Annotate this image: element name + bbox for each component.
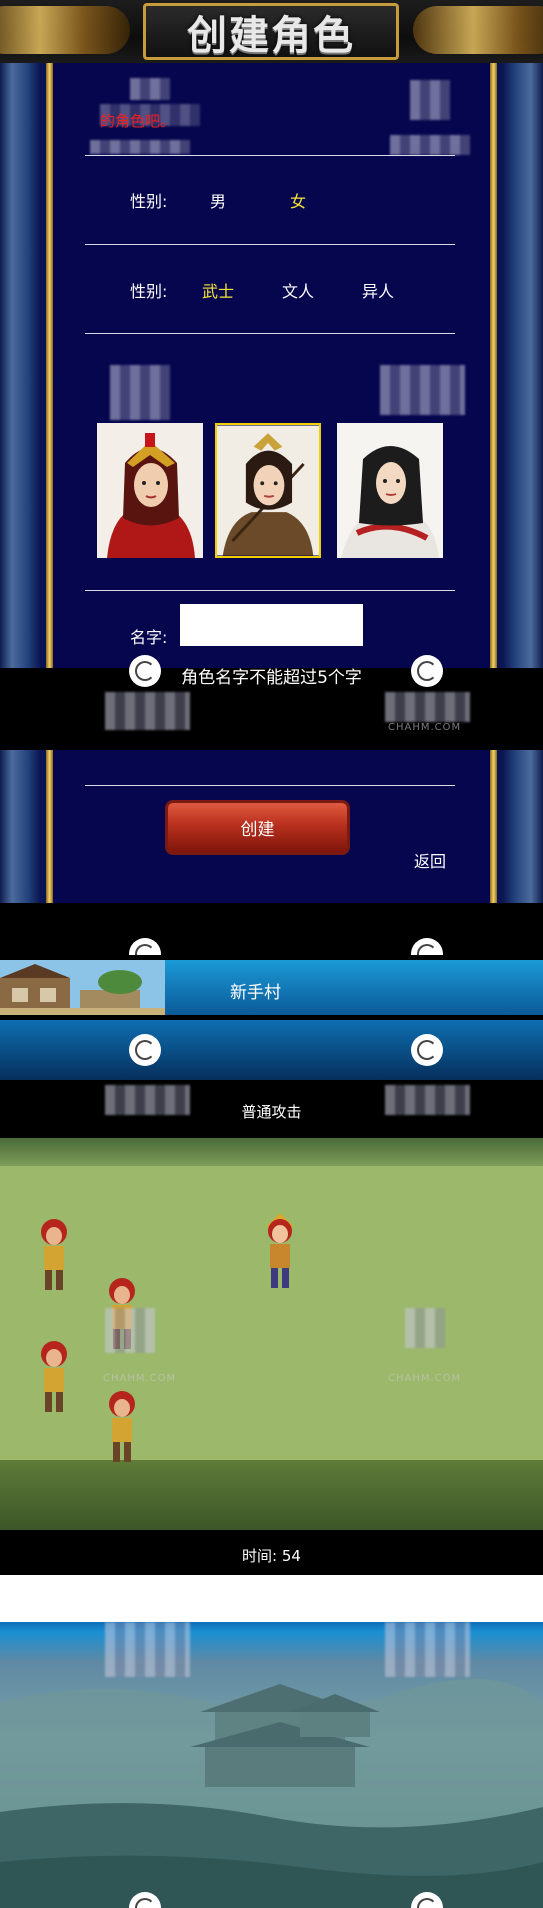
watermark-blur	[385, 1085, 470, 1115]
tab-bar	[0, 1020, 543, 1080]
watermark-logo-icon	[129, 938, 161, 955]
gender-label: 性别:	[130, 192, 168, 211]
watermark-blur	[385, 692, 470, 722]
watermark-logo-icon	[129, 1034, 161, 1066]
class-label: 性别:	[130, 282, 168, 301]
watermark-blur	[130, 78, 170, 100]
name-length-hint: 角色名字不能超过5个字	[181, 668, 362, 688]
divider	[85, 785, 455, 786]
watermark-blur	[110, 365, 170, 420]
welcome-text: 的角色吧。	[100, 112, 176, 130]
divider	[85, 244, 455, 245]
location-title: 新手村	[230, 983, 281, 1003]
title-plate: 创建角色	[143, 3, 399, 60]
battle-timer: 时间: 54	[242, 1547, 301, 1565]
gold-border-right	[490, 63, 497, 903]
create-role-screen: 创建角色 的角色吧。 性别: 男 女 性别: 武士 文人 异人 CHAHM.CO…	[0, 0, 543, 955]
watermark-text: CHAHM.COM	[388, 722, 462, 733]
divider	[85, 333, 455, 334]
watermark-blur	[405, 1308, 445, 1348]
portrait-mystic-image	[337, 423, 443, 558]
watermark-blur	[410, 80, 450, 120]
watermark-text: CHAHM.COM	[388, 1373, 462, 1384]
village-scene-image	[0, 960, 165, 1015]
class-warrior-option[interactable]: 武士	[202, 278, 234, 302]
gender-male-option[interactable]: 男	[210, 188, 226, 212]
watermark-blur	[105, 1622, 190, 1677]
watermark-text: CHAHM.COM	[103, 1373, 177, 1384]
watermark-blur	[385, 1622, 470, 1677]
watermark-blur	[90, 140, 190, 154]
gold-ornament-right	[413, 6, 543, 54]
watermark-blur	[390, 135, 470, 155]
watermark-blur	[105, 1085, 190, 1115]
action-bar: 普通攻击	[0, 1083, 543, 1135]
time-bar: 时间: 54	[0, 1535, 543, 1573]
battle-screen: 新手村 普通攻击 CHAHM.COM CHAHM.COM 时间: 54	[0, 955, 543, 1575]
portrait-mystic[interactable]	[337, 423, 443, 558]
battlefield: CHAHM.COM CHAHM.COM	[0, 1138, 543, 1530]
gender-female-option[interactable]: 女	[290, 188, 306, 212]
watermark-blur	[105, 692, 190, 730]
back-link[interactable]: 返回	[414, 848, 446, 872]
class-scholar-option[interactable]: 文人	[282, 278, 314, 302]
name-label: 名字:	[130, 628, 168, 647]
watermark-blur	[105, 1308, 155, 1353]
enemy-soldier[interactable]	[32, 1216, 76, 1294]
field-far-hills	[0, 1138, 543, 1166]
portrait-warrior-red-image	[97, 423, 203, 558]
enemy-soldier[interactable]	[100, 1388, 144, 1466]
scenery-screen	[0, 1622, 543, 1908]
enemy-soldier[interactable]	[32, 1338, 76, 1416]
player-hero[interactable]	[258, 1213, 302, 1291]
portrait-warrior-red[interactable]	[97, 423, 203, 558]
watermark-logo-icon	[411, 938, 443, 955]
gold-ornament-left	[0, 6, 130, 54]
gold-border-left	[46, 63, 53, 903]
portrait-warrior-archer-image	[217, 425, 319, 556]
village-thumbnail	[0, 960, 165, 1015]
portrait-warrior-archer[interactable]	[215, 423, 321, 558]
name-input[interactable]	[180, 604, 363, 646]
divider	[85, 155, 455, 156]
divider	[85, 590, 455, 591]
page-title: 创建角色	[187, 12, 355, 59]
watermark-blur	[380, 365, 465, 415]
class-mystic-option[interactable]: 异人	[362, 278, 394, 302]
title-bar: 创建角色	[0, 0, 543, 63]
location-bar: 新手村	[0, 960, 543, 1015]
watermark-logo-icon	[411, 1034, 443, 1066]
create-button[interactable]: 创建	[165, 800, 350, 855]
field-ground	[0, 1460, 543, 1530]
